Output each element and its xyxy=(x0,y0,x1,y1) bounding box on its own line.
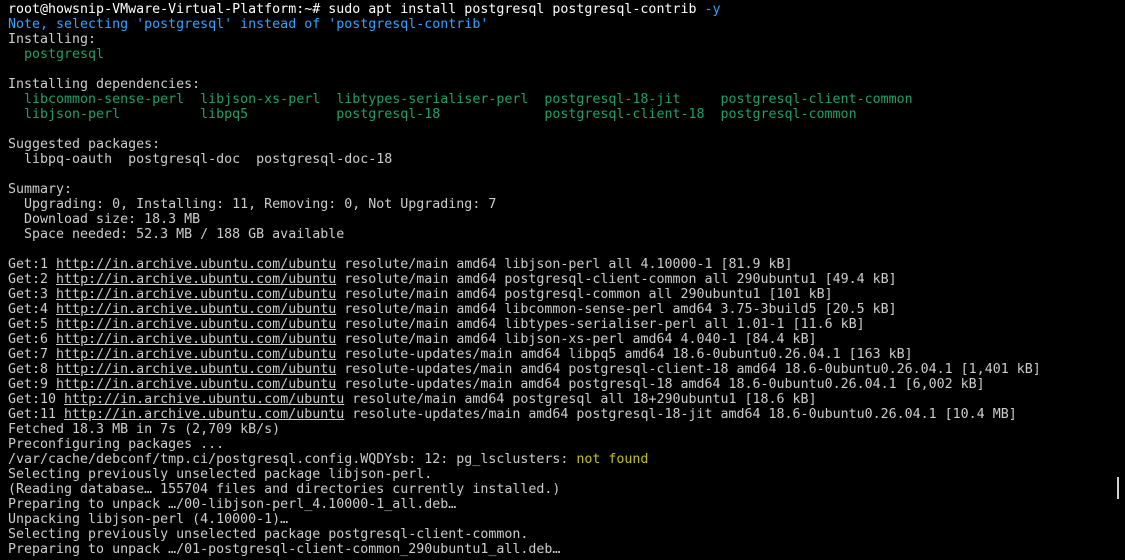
preparing-line: Preparing to unpack …/00-libjson-perl_4.… xyxy=(8,497,457,512)
archive-link[interactable]: http://in.archive.ubuntu.com/ubuntu xyxy=(64,407,344,422)
debconf-line: /var/cache/debconf/tmp.ci/postgresql.con… xyxy=(8,452,1125,467)
get-prefix: Get:1 xyxy=(8,257,57,272)
summary-line: Download size: 18.3 MB xyxy=(8,212,201,227)
get-line: Get:11 http://in.archive.ubuntu.com/ubun… xyxy=(8,407,1125,422)
dependencies-row: libjson-perl libpq5 postgresql-18 postgr… xyxy=(8,107,857,122)
get-details: resolute/main amd64 libjson-xs-perl amd6… xyxy=(336,332,817,347)
archive-link[interactable]: http://in.archive.ubuntu.com/ubuntu xyxy=(56,272,336,287)
archive-link[interactable]: http://in.archive.ubuntu.com/ubuntu xyxy=(56,377,336,392)
selecting-line: Selecting previously unselected package … xyxy=(8,467,433,482)
get-line: Get:9 http://in.archive.ubuntu.com/ubunt… xyxy=(8,377,1125,392)
get-prefix: Get:8 xyxy=(8,362,57,377)
summary-line: Upgrading: 0, Installing: 11, Removing: … xyxy=(8,197,497,212)
command-line: root@howsnip-VMware-Virtual-Platform:~# … xyxy=(8,2,1125,17)
installing-header: Installing: xyxy=(8,32,97,47)
not-found-text: not found xyxy=(576,452,649,467)
get-prefix: Get:6 xyxy=(8,332,57,347)
terminal-window[interactable]: root@howsnip-VMware-Virtual-Platform:~# … xyxy=(0,0,1125,560)
reading-database-line: (Reading database… 155704 files and dire… xyxy=(8,482,561,497)
dependencies-header: Installing dependencies: xyxy=(8,77,201,92)
get-details: resolute/main amd64 libtypes-serialiser-… xyxy=(336,317,865,332)
get-line: Get:7 http://in.archive.ubuntu.com/ubunt… xyxy=(8,347,1125,362)
suggested-header: Suggested packages: xyxy=(8,137,161,152)
summary-header: Summary: xyxy=(8,182,73,197)
shell-prompt: root@howsnip-VMware-Virtual-Platform:~# xyxy=(8,2,329,17)
get-prefix: Get:11 xyxy=(8,407,65,422)
get-line: Get:10 http://in.archive.ubuntu.com/ubun… xyxy=(8,392,1125,407)
get-details: resolute/main amd64 postgresql-common al… xyxy=(336,287,833,302)
get-line: Get:8 http://in.archive.ubuntu.com/ubunt… xyxy=(8,362,1125,377)
summary-line: Space needed: 52.3 MB / 188 GB available xyxy=(8,227,345,242)
archive-link[interactable]: http://in.archive.ubuntu.com/ubuntu xyxy=(56,257,336,272)
get-details: resolute/main amd64 postgresql all 18+29… xyxy=(344,392,817,407)
get-prefix: Get:2 xyxy=(8,272,57,287)
selecting-line: Selecting previously unselected package … xyxy=(8,527,529,542)
suggested-packages: libpq-oauth postgresql-doc postgresql-do… xyxy=(8,152,393,167)
installing-packages: postgresql xyxy=(8,47,105,62)
get-line: Get:3 http://in.archive.ubuntu.com/ubunt… xyxy=(8,287,1125,302)
get-details: resolute/main amd64 postgresql-client-co… xyxy=(336,272,897,287)
get-prefix: Get:7 xyxy=(8,347,57,362)
get-details: resolute/main amd64 libjson-perl all 4.1… xyxy=(336,257,793,272)
get-prefix: Get:5 xyxy=(8,317,57,332)
archive-link[interactable]: http://in.archive.ubuntu.com/ubuntu xyxy=(56,347,336,362)
get-line: Get:4 http://in.archive.ubuntu.com/ubunt… xyxy=(8,302,1125,317)
archive-link[interactable]: http://in.archive.ubuntu.com/ubuntu xyxy=(56,332,336,347)
note-line: Note, selecting 'postgresql' instead of … xyxy=(8,17,489,32)
preparing-line: Preparing to unpack …/01-postgresql-clie… xyxy=(8,542,561,557)
fetched-line: Fetched 18.3 MB in 7s (2,709 kB/s) xyxy=(8,422,281,437)
archive-link[interactable]: http://in.archive.ubuntu.com/ubuntu xyxy=(56,362,336,377)
get-line: Get:2 http://in.archive.ubuntu.com/ubunt… xyxy=(8,272,1125,287)
scrollbar-thumb[interactable] xyxy=(1117,477,1119,499)
get-details: resolute-updates/main amd64 postgresql-c… xyxy=(336,362,1041,377)
dependencies-row: libcommon-sense-perl libjson-xs-perl lib… xyxy=(8,92,913,107)
command-text: sudo apt install postgresql postgresql-c… xyxy=(328,2,705,17)
get-details: resolute-updates/main amd64 postgresql-1… xyxy=(344,407,1017,422)
debconf-path: /var/cache/debconf/tmp.ci/postgresql.con… xyxy=(8,452,577,467)
get-prefix: Get:9 xyxy=(8,377,57,392)
get-details: resolute/main amd64 libcommon-sense-perl… xyxy=(336,302,897,317)
preconfig-line: Preconfiguring packages ... xyxy=(8,437,225,452)
archive-link[interactable]: http://in.archive.ubuntu.com/ubuntu xyxy=(56,287,336,302)
archive-link[interactable]: http://in.archive.ubuntu.com/ubuntu xyxy=(56,317,336,332)
command-flag: -y xyxy=(704,2,721,17)
get-details: resolute-updates/main amd64 postgresql-1… xyxy=(336,377,985,392)
archive-link[interactable]: http://in.archive.ubuntu.com/ubuntu xyxy=(64,392,344,407)
get-line: Get:5 http://in.archive.ubuntu.com/ubunt… xyxy=(8,317,1125,332)
get-prefix: Get:3 xyxy=(8,287,57,302)
get-prefix: Get:10 xyxy=(8,392,65,407)
get-prefix: Get:4 xyxy=(8,302,57,317)
archive-link[interactable]: http://in.archive.ubuntu.com/ubuntu xyxy=(56,302,336,317)
get-line: Get:1 http://in.archive.ubuntu.com/ubunt… xyxy=(8,257,1125,272)
unpacking-line: Unpacking libjson-perl (4.10000-1)… xyxy=(8,512,289,527)
get-details: resolute-updates/main amd64 libpq5 amd64… xyxy=(336,347,913,362)
get-line: Get:6 http://in.archive.ubuntu.com/ubunt… xyxy=(8,332,1125,347)
